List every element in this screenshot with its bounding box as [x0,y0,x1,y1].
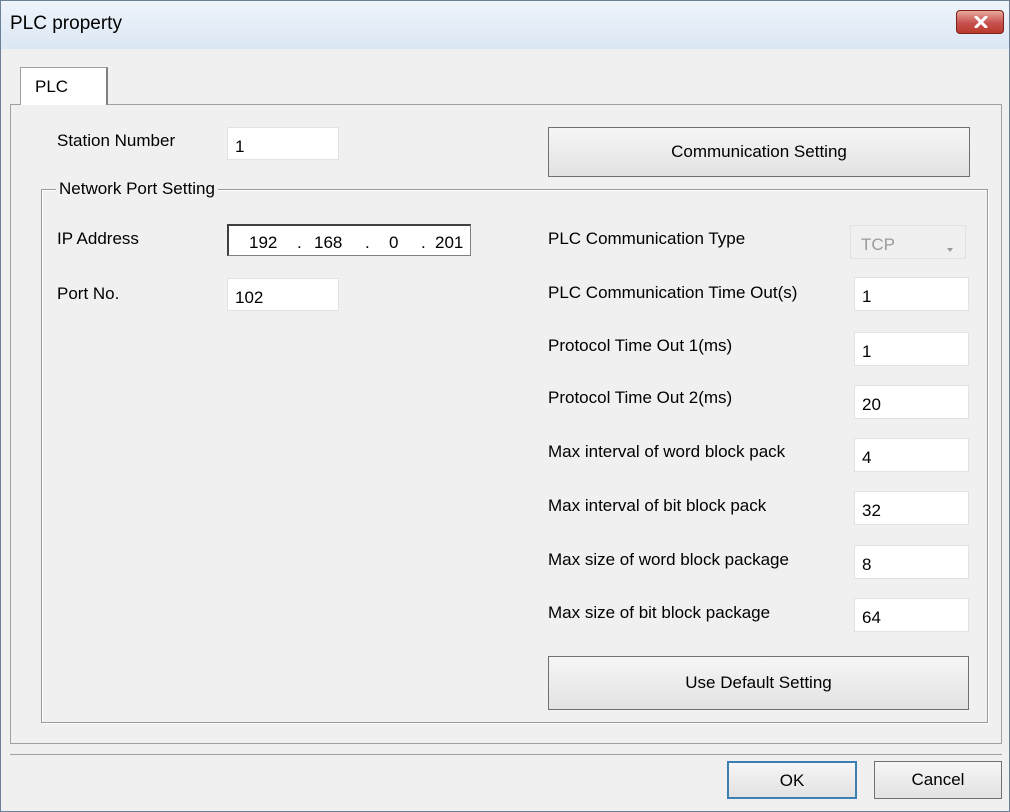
ip-octet-4: 201 [435,233,464,252]
footer-separator [10,754,1002,755]
ok-button[interactable]: OK [727,761,857,799]
dialog-title: PLC property [10,13,122,34]
plc-property-dialog: PLC property PLC Station Number 1 Commun… [0,0,1010,812]
tab-plc[interactable]: PLC [20,67,108,105]
max-size-bit-value: 64 [862,608,881,627]
max-interval-bit-label: Max interval of bit block pack [548,496,767,515]
plc-comm-timeout-value: 1 [862,287,872,306]
communication-setting-button[interactable]: Communication Setting [548,127,970,177]
dropdown-arrow-icon [945,238,955,258]
ip-address-input[interactable]: 192 . 168 . 0 . 201 [227,224,471,256]
port-no-input[interactable]: 102 [227,278,339,311]
close-icon [974,16,988,28]
max-interval-word-value: 4 [862,448,872,467]
protocol-timeout-1-input[interactable]: 1 [854,332,969,366]
max-interval-word-label: Max interval of word block pack [548,442,786,461]
max-size-bit-input[interactable]: 64 [854,598,969,632]
plc-comm-timeout-label: PLC Communication Time Out(s) [548,283,798,302]
max-size-word-label: Max size of word block package [548,550,789,569]
max-size-word-input[interactable]: 8 [854,545,969,579]
plc-communication-type-value: TCP [861,235,895,254]
station-number-label: Station Number [57,131,176,150]
plc-communication-type-label: PLC Communication Type [548,229,746,248]
use-default-setting-button[interactable]: Use Default Setting [548,656,969,710]
ip-address-label: IP Address [57,229,139,248]
ip-octet-1: 192 [249,233,278,252]
network-port-setting-group [41,189,988,723]
protocol-timeout-2-value: 20 [862,395,881,414]
protocol-timeout-1-value: 1 [862,342,872,361]
station-number-input[interactable]: 1 [227,127,339,160]
max-interval-word-input[interactable]: 4 [854,438,969,472]
max-size-bit-label: Max size of bit block package [548,603,771,622]
ip-octet-3: 0 [389,233,399,252]
max-size-word-value: 8 [862,555,872,574]
max-interval-bit-value: 32 [862,501,881,520]
tab-plc-label: PLC [35,77,69,96]
max-interval-bit-input[interactable]: 32 [854,491,969,525]
ip-octet-2: 168 [314,233,343,252]
port-no-label: Port No. [57,284,120,303]
title-bar[interactable]: PLC property [1,1,1009,49]
network-port-setting-title: Network Port Setting [56,179,218,199]
protocol-timeout-2-input[interactable]: 20 [854,385,969,419]
plc-comm-timeout-input[interactable]: 1 [854,277,969,311]
port-no-value: 102 [235,288,264,307]
plc-communication-type-select[interactable]: TCP [850,225,966,259]
cancel-button[interactable]: Cancel [874,761,1002,799]
protocol-timeout-2-label: Protocol Time Out 2(ms) [548,388,733,407]
station-number-value: 1 [235,137,245,156]
close-button[interactable] [956,10,1004,34]
protocol-timeout-1-label: Protocol Time Out 1(ms) [548,336,733,355]
